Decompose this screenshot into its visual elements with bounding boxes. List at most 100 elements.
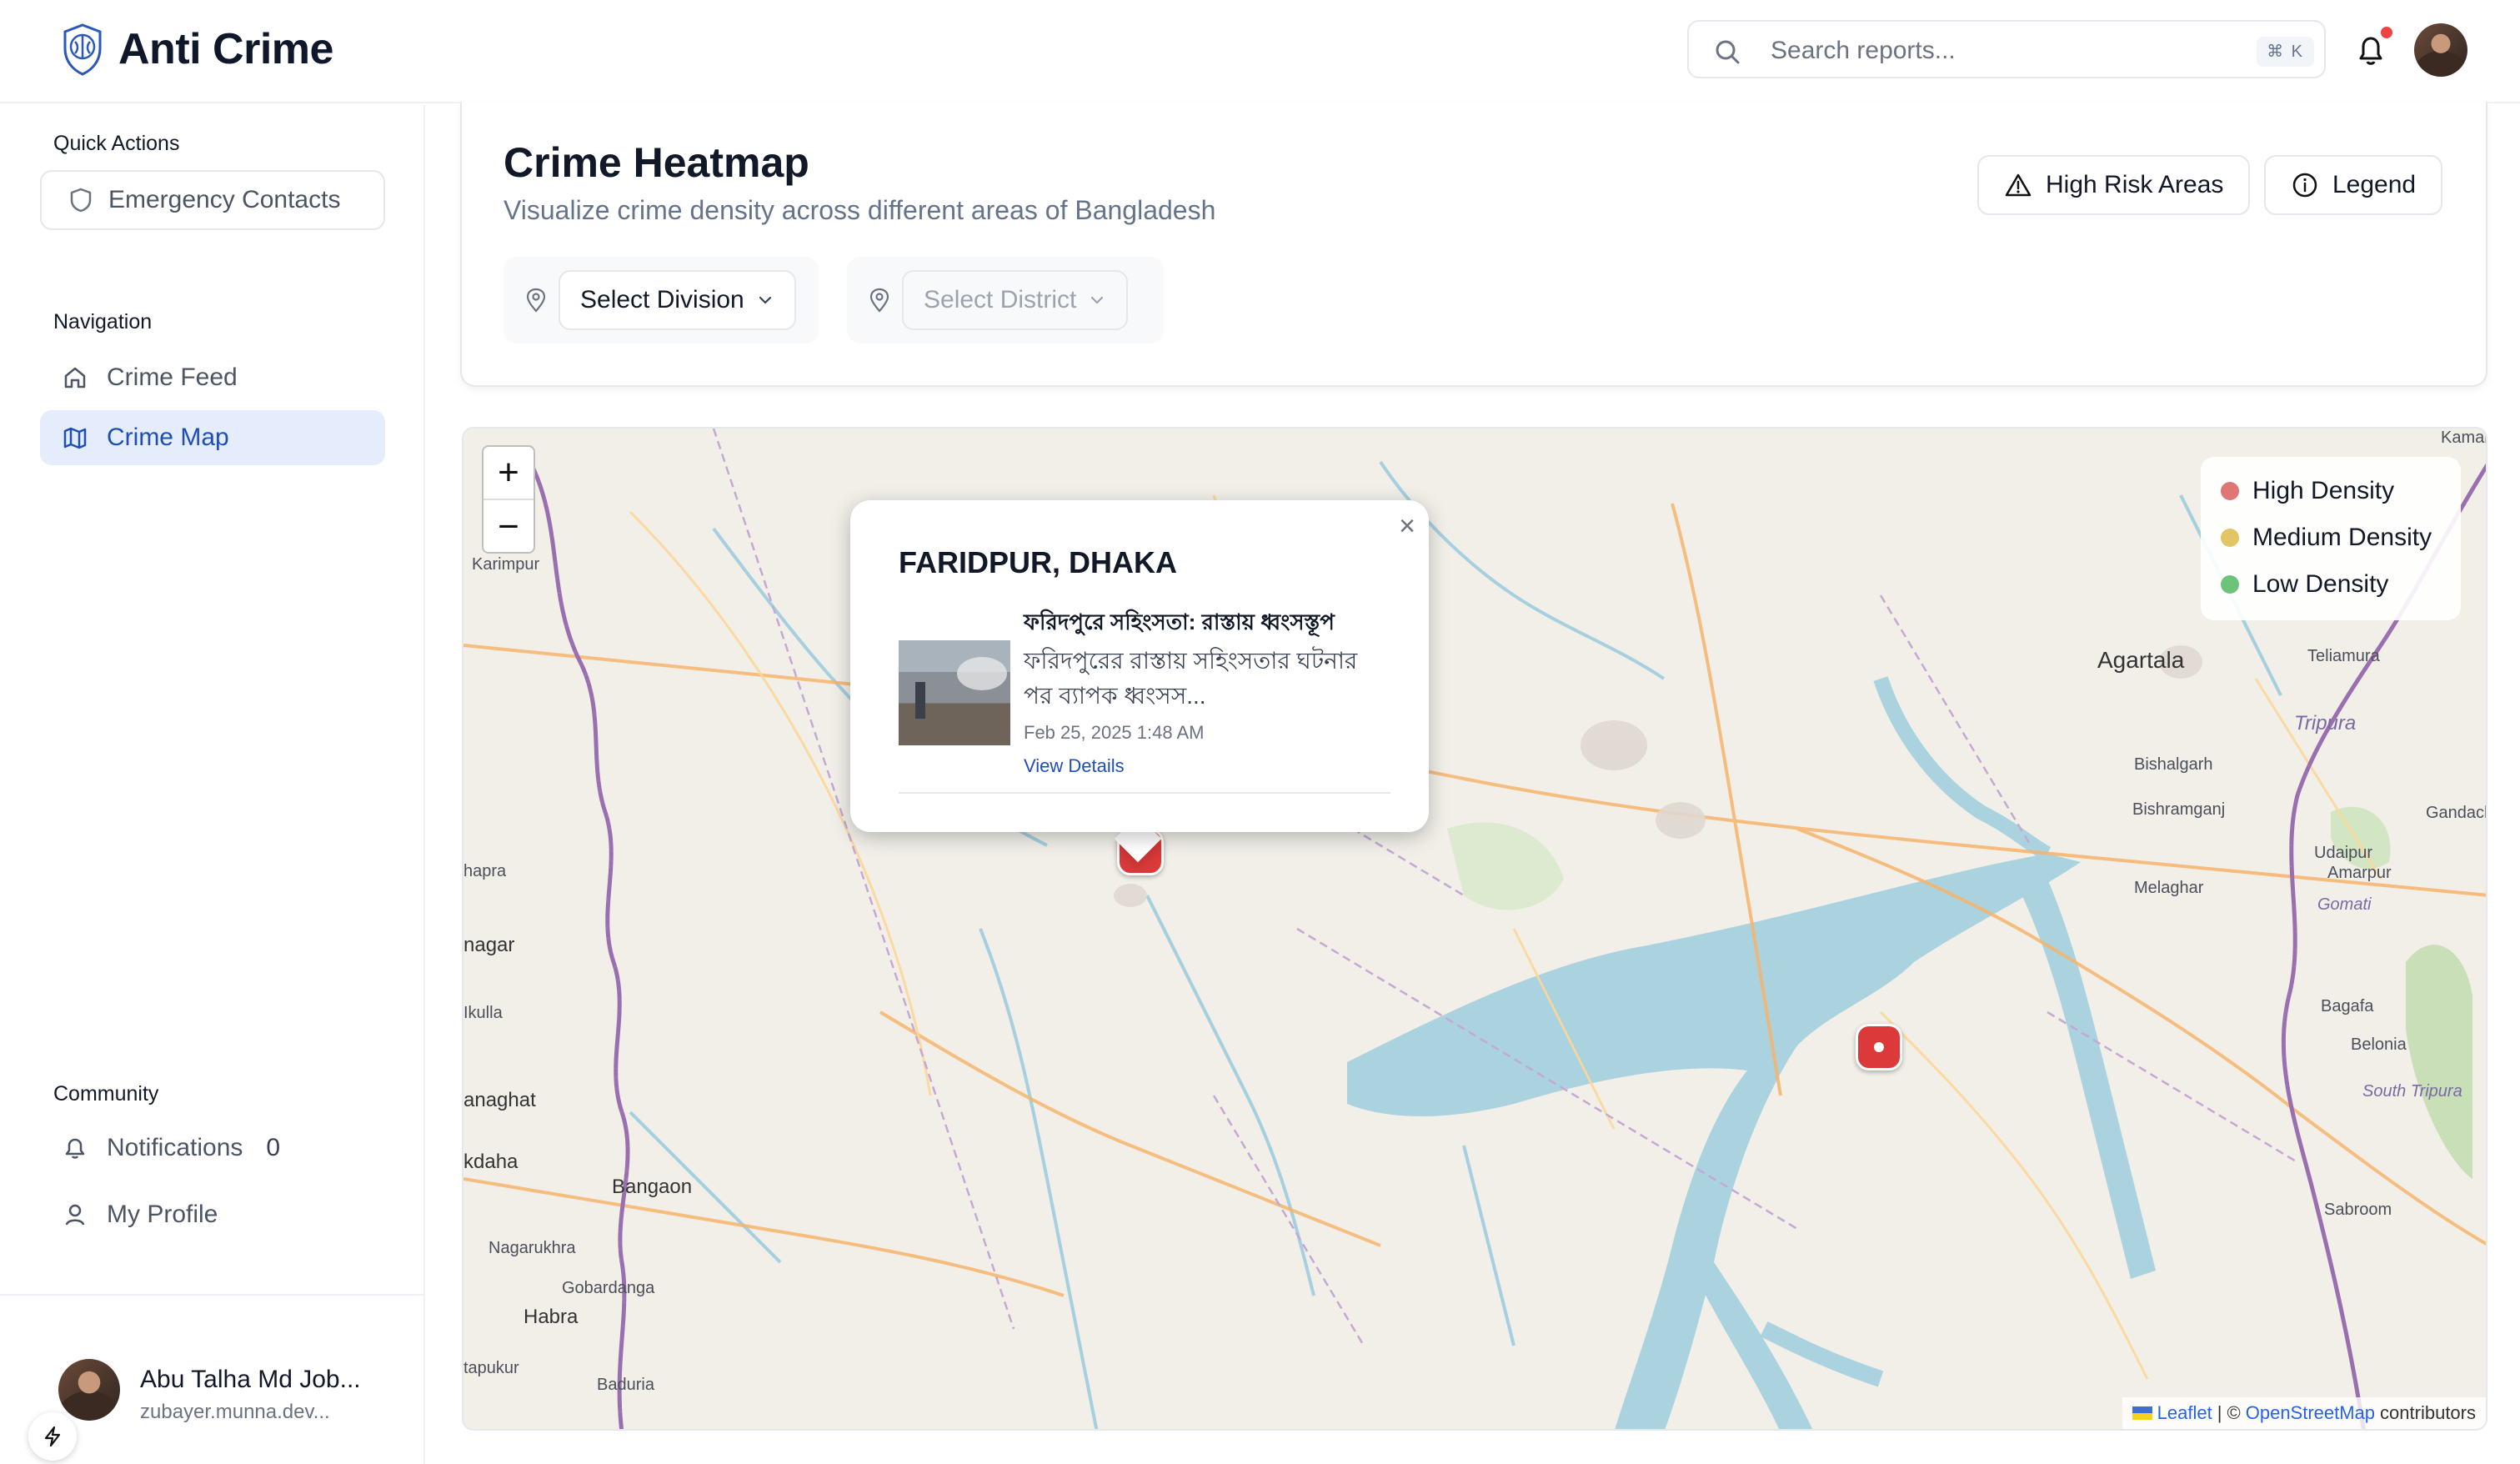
legend-item-high: High Density [2221,477,2394,505]
search-bar[interactable]: Search reports... ⌘ K [1687,20,2326,78]
view-details-link[interactable]: View Details [1024,755,1125,777]
avatar[interactable] [2414,23,2467,77]
search-input[interactable]: Search reports... [1771,37,1956,65]
place-label: Gobardanga [562,1279,655,1297]
high-risk-areas-button[interactable]: High Risk Areas [1977,155,2251,215]
popup-description: ফরিদপুরের রাস্তায় সহিংসতার ঘটনার পর ব্য… [1024,648,1358,709]
chevron-down-icon [759,296,771,304]
osm-link[interactable]: OpenStreetMap [2246,1402,2375,1424]
sidebar-item-crime-map[interactable]: Crime Map [40,410,385,465]
place-label: nagar [463,934,515,956]
place-label: Ikulla [463,1004,503,1022]
user-name: Abu Talha Md Job... [140,1366,361,1393]
home-icon [64,367,86,389]
map-icon [63,427,87,449]
zoom-out-button[interactable]: − [483,500,534,554]
popup-thumbnail[interactable] [899,640,1010,745]
warning-triangle-icon [2005,173,2032,197]
place-label: Teliamura [2307,647,2380,665]
notification-dot [2381,27,2392,38]
app-title: Anti Crime [118,25,333,73]
sidebar-item-my-profile[interactable]: My Profile [40,1187,385,1242]
lightning-icon [44,1426,61,1447]
notification-count: 0 [266,1134,281,1161]
page-title: Crime Heatmap [503,139,809,186]
sidebar-item-label: Crime Map [107,424,229,451]
crime-marker-chandpur[interactable] [1856,1024,1902,1070]
sidebar-item-label: My Profile [107,1201,218,1228]
place-label: kdaha [463,1151,519,1173]
navigation-title: Navigation [53,310,153,333]
place-label: Sabroom [2324,1201,2392,1219]
user-email: zubayer.munna.dev... [140,1401,330,1423]
place-label: Gomati [2317,895,2372,914]
crime-map[interactable]: + − Karimpur Agartala Teliamura Tripura … [462,427,2487,1431]
map-pin-icon [526,288,546,313]
avatar [58,1359,120,1421]
density-legend: High Density Medium Density Low Density [2201,457,2461,620]
place-label: Bangaon [612,1176,693,1198]
map-pin-icon [869,288,889,313]
popup-close-button[interactable]: × [1399,510,1415,543]
district-filter: Select District [847,257,1164,343]
sidebar-item-label: Notifications [107,1134,243,1161]
place-label: Bagafa [2321,997,2374,1015]
place-label: Kamalp [2441,429,2486,447]
legend-item-label: High Density [2252,477,2395,504]
division-select-value: Select Division [580,286,744,313]
legend-item-low: Low Density [2221,570,2388,599]
place-label: tapukur [463,1359,519,1377]
shield-icon [70,188,92,213]
high-density-dot [2221,482,2239,500]
crime-popup: × FARIDPUR, DHAKA ফরিদপুরে সহিংসতা: রাস্… [850,500,1429,832]
legend-label: Legend [2332,171,2417,198]
community-title: Community [53,1082,159,1106]
place-label: hapra [463,862,507,880]
heatmap-header-card: Crime Heatmap Visualize crime density ac… [460,102,2487,387]
place-label: Karimpur [472,555,540,574]
high-risk-areas-label: High Risk Areas [2046,171,2224,198]
attribution-suffix: contributors [2380,1402,2476,1423]
chevron-down-icon [1091,296,1104,304]
medium-density-dot [2221,529,2239,547]
top-header: Anti Crime Search reports... ⌘ K [0,0,2520,103]
place-label: Bishalgarh [2134,755,2213,774]
emergency-contacts-button[interactable]: Emergency Contacts [40,170,385,230]
legend-item-medium: Medium Density [2221,524,2432,552]
map-tiles[interactable] [463,429,2487,1431]
place-label: Belonia [2351,1035,2407,1054]
district-select[interactable]: Select District [902,270,1129,330]
bell-icon [65,1138,85,1159]
legend-item-label: Medium Density [2252,524,2432,551]
quick-action-button[interactable] [28,1412,77,1461]
place-label: Habra [524,1306,579,1328]
sidebar: Quick Actions Emergency Contacts Navigat… [0,105,425,1464]
brand[interactable]: Anti Crime [60,22,333,77]
legend-button[interactable]: Legend [2264,155,2443,215]
place-label: South Tripura [2362,1082,2462,1101]
place-label: Gandach [2426,804,2487,822]
user-icon [65,1204,85,1226]
user-profile-card[interactable]: Abu Talha Md Job... zubayer.munna.dev... [0,1294,425,1464]
low-density-dot [2221,575,2239,594]
place-label: Tripura [2294,712,2357,735]
popup-divider [899,792,1390,794]
sidebar-item-notifications[interactable]: Notifications 0 [40,1121,385,1176]
emergency-contacts-label: Emergency Contacts [108,186,341,213]
place-label: Amarpur [2327,864,2392,882]
place-label: Melaghar [2134,879,2204,897]
leaflet-link[interactable]: Leaflet [2157,1402,2212,1424]
division-select[interactable]: Select Division [559,270,796,330]
zoom-control: + − [482,445,535,554]
place-label: anaghat [463,1089,536,1111]
division-filter: Select Division [503,257,819,343]
sidebar-item-crime-feed[interactable]: Crime Feed [40,350,385,405]
search-icon [1716,40,1740,64]
popup-headline: ফরিদপুরে সহিংসতা: রাস্তায় ধ্বংসস্তূপ [1024,609,1335,634]
quick-actions-title: Quick Actions [53,132,180,155]
search-shortcut: ⌘ K [2257,37,2314,67]
zoom-in-button[interactable]: + [483,447,534,500]
legend-item-label: Low Density [2252,570,2389,598]
ukraine-flag-icon [2132,1406,2152,1420]
district-select-value: Select District [924,286,1077,313]
